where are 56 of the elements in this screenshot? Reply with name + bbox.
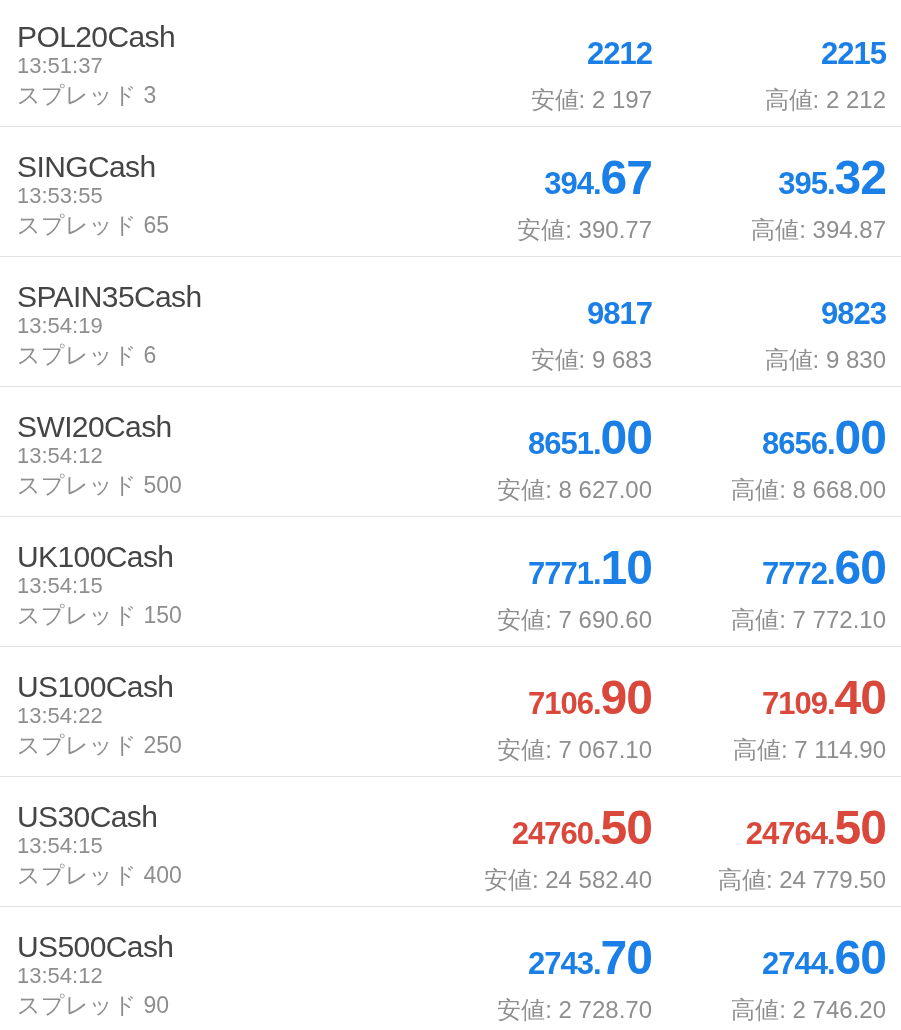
symbol-name: US100Cash — [17, 670, 174, 703]
bid-price: 9817 — [587, 295, 652, 333]
quote-time: 13:54:19 — [17, 313, 103, 338]
ask-price: 395.32 — [778, 153, 886, 206]
low-price: 安値: 390.77 — [517, 216, 652, 243]
bid-price: 2212 — [587, 35, 652, 73]
quote-time: 13:54:15 — [17, 833, 103, 858]
spread-text: スプレッド 3 — [17, 82, 157, 108]
low-price: 安値: 7 067.10 — [497, 736, 652, 763]
ask-price: 7109.40 — [762, 673, 886, 726]
high-price: 高値: 8 668.00 — [731, 476, 886, 503]
symbol-name: UK100Cash — [17, 540, 174, 573]
symbol-name: US500Cash — [17, 930, 174, 963]
high-price: 高値: 2 746.20 — [731, 996, 886, 1023]
symbol-name: SINGCash — [17, 150, 156, 183]
spread-text: スプレッド 250 — [17, 732, 182, 758]
bid-price: 8651.00 — [528, 413, 652, 466]
low-price: 安値: 9 683 — [530, 346, 652, 373]
low-price: 安値: 8 627.00 — [497, 476, 652, 503]
quote-time: 13:51:37 — [17, 53, 103, 78]
quote-time: 13:54:22 — [17, 703, 103, 728]
high-price: 高値: 24 779.50 — [717, 866, 886, 893]
spread-text: スプレッド 500 — [17, 472, 182, 498]
symbol-name: SPAIN35Cash — [17, 280, 202, 313]
high-price: 高値: 7 114.90 — [733, 736, 886, 763]
low-price: 安値: 24 582.40 — [483, 866, 652, 893]
bid-price: 7106.90 — [528, 673, 652, 726]
quote-time: 13:53:55 — [17, 183, 103, 208]
ask-price: 8656.00 — [762, 413, 886, 466]
quote-time: 13:54:15 — [17, 573, 103, 598]
low-price: 安値: 2 197 — [530, 86, 652, 113]
high-price: 高値: 9 830 — [764, 346, 886, 373]
spread-text: スプレッド 90 — [17, 992, 169, 1018]
spread-text: スプレッド 6 — [17, 342, 157, 368]
bid-price: 394.67 — [544, 153, 652, 206]
low-price: 安値: 7 690.60 — [497, 606, 652, 633]
high-price: 高値: 7 772.10 — [731, 606, 886, 633]
ask-price: 2744.60 — [762, 933, 886, 986]
quote-time: 13:54:12 — [17, 963, 103, 988]
quote-time: 13:54:12 — [17, 443, 103, 468]
ask-price: 2215 — [821, 35, 886, 73]
spread-text: スプレッド 65 — [17, 212, 169, 238]
symbol-name: US30Cash — [17, 800, 158, 833]
ask-price: 7772.60 — [762, 543, 886, 596]
symbol-name: POL20Cash — [17, 20, 176, 53]
high-price: 高値: 394.87 — [751, 216, 886, 243]
spread-text: スプレッド 150 — [17, 602, 182, 628]
high-price: 高値: 2 212 — [764, 86, 886, 113]
spread-text: スプレッド 400 — [17, 862, 182, 888]
bid-price: 7771.10 — [528, 543, 652, 596]
symbol-name: SWI20Cash — [17, 410, 172, 443]
ask-price: 9823 — [821, 295, 886, 333]
ask-price: 24764.50 — [745, 803, 886, 856]
low-price: 安値: 2 728.70 — [497, 996, 652, 1023]
bid-price: 24760.50 — [511, 803, 652, 856]
bid-price: 2743.70 — [528, 933, 652, 986]
